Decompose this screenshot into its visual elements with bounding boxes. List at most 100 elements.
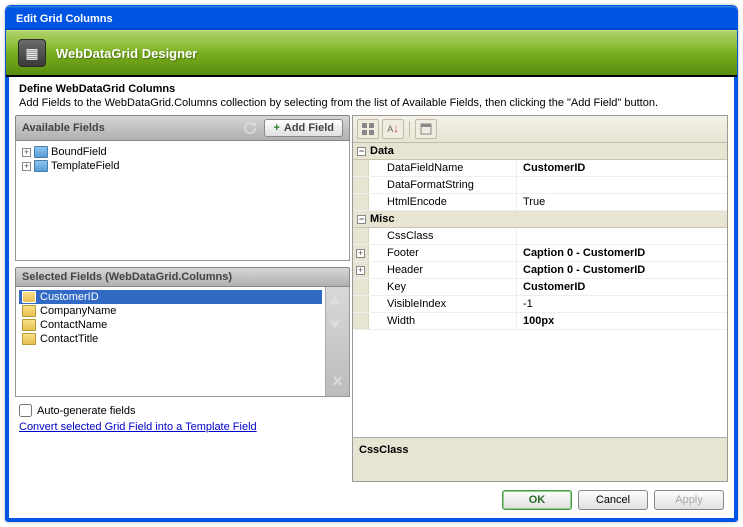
list-controls: ✕ <box>325 287 349 396</box>
property-row[interactable]: + Footer Caption 0 - CustomerID <box>353 245 727 262</box>
expander-cell[interactable]: + <box>353 262 369 278</box>
expander-cell <box>353 228 369 244</box>
available-fields-label: Available Fields <box>22 122 105 134</box>
property-row[interactable]: CssClass <box>353 228 727 245</box>
expander-cell[interactable]: + <box>353 245 369 261</box>
categorized-icon <box>361 122 375 136</box>
column-icon <box>22 319 36 331</box>
category-label: Misc <box>370 213 394 225</box>
property-grid[interactable]: − Data DataFieldName CustomerID DataForm… <box>353 143 727 437</box>
auto-generate-label: Auto-generate fields <box>37 405 135 417</box>
property-row[interactable]: Key CustomerID <box>353 279 727 296</box>
list-item-label: CompanyName <box>40 305 116 317</box>
expander-cell <box>353 177 369 193</box>
window-title: Edit Grid Columns <box>16 13 113 25</box>
category-label: Data <box>370 145 394 157</box>
property-name: Width <box>369 313 517 329</box>
window-titlebar[interactable]: Edit Grid Columns <box>6 6 737 30</box>
options-area: Auto-generate fields Convert selected Gr… <box>15 397 350 437</box>
property-value[interactable]: -1 <box>517 296 727 312</box>
list-item[interactable]: CompanyName <box>19 304 322 318</box>
property-value[interactable]: Caption 0 - CustomerID <box>517 262 727 278</box>
selected-fields-panel: Selected Fields (WebDataGrid.Columns) Cu… <box>15 267 350 397</box>
list-item-label: CustomerID <box>40 291 99 303</box>
list-item[interactable]: ContactName <box>19 318 322 332</box>
move-up-button[interactable] <box>326 293 344 311</box>
property-toolbar: A↓ <box>353 116 727 143</box>
delete-button[interactable]: ✕ <box>329 372 347 390</box>
available-fields-tree[interactable]: + BoundField + TemplateField <box>15 141 350 261</box>
property-name: Key <box>369 279 517 295</box>
property-name: HtmlEncode <box>369 194 517 210</box>
property-row[interactable]: DataFormatString <box>353 177 727 194</box>
plus-icon: + <box>273 122 279 134</box>
toolbar-separator <box>409 121 410 137</box>
property-row[interactable]: Width 100px <box>353 313 727 330</box>
auto-generate-checkbox[interactable] <box>19 404 32 417</box>
categorized-button[interactable] <box>357 119 379 139</box>
tree-item-label: BoundField <box>51 146 107 158</box>
refresh-icon[interactable] <box>242 120 258 136</box>
expand-icon[interactable]: + <box>22 162 31 171</box>
description-title: Define WebDataGrid Columns <box>19 83 724 95</box>
property-desc-title: CssClass <box>359 444 721 456</box>
property-row[interactable]: VisibleIndex -1 <box>353 296 727 313</box>
property-value[interactable]: 100px <box>517 313 727 329</box>
expand-icon[interactable]: + <box>22 148 31 157</box>
expand-icon[interactable]: + <box>356 249 365 258</box>
main-area: Available Fields + Add Field + BoundFiel… <box>9 115 734 482</box>
property-value[interactable]: CustomerID <box>517 279 727 295</box>
auto-generate-row[interactable]: Auto-generate fields <box>19 404 346 417</box>
category-misc[interactable]: − Misc <box>353 211 727 228</box>
selected-fields-header: Selected Fields (WebDataGrid.Columns) <box>15 267 350 287</box>
property-value[interactable]: Caption 0 - CustomerID <box>517 245 727 261</box>
property-row[interactable]: + Header Caption 0 - CustomerID <box>353 262 727 279</box>
list-item[interactable]: ContactTitle <box>19 332 322 346</box>
apply-button[interactable]: Apply <box>654 490 724 510</box>
property-pages-button[interactable] <box>415 119 437 139</box>
property-name: DataFieldName <box>369 160 517 176</box>
property-name: Footer <box>369 245 517 261</box>
ok-button[interactable]: OK <box>502 490 572 510</box>
property-name: DataFormatString <box>369 177 517 193</box>
selected-fields-list[interactable]: CustomerID CompanyName ContactName <box>16 287 325 396</box>
add-field-button[interactable]: + Add Field <box>264 119 343 137</box>
tree-item-label: TemplateField <box>51 160 119 172</box>
list-item[interactable]: CustomerID <box>19 290 322 304</box>
property-value[interactable] <box>517 177 727 193</box>
property-value[interactable]: CustomerID <box>517 160 727 176</box>
category-data[interactable]: − Data <box>353 143 727 160</box>
expander-cell <box>353 279 369 295</box>
column-icon <box>22 305 36 317</box>
move-down-button[interactable] <box>326 314 344 332</box>
list-item-label: ContactName <box>40 319 107 331</box>
left-panel: Available Fields + Add Field + BoundFiel… <box>15 115 350 482</box>
alphabetical-button[interactable]: A↓ <box>382 119 404 139</box>
selected-fields-listpanel: CustomerID CompanyName ContactName <box>15 287 350 397</box>
field-type-icon <box>34 160 48 172</box>
pages-icon <box>419 122 433 136</box>
expand-icon[interactable]: + <box>356 266 365 275</box>
tree-item-templatefield[interactable]: + TemplateField <box>20 159 345 173</box>
cancel-button[interactable]: Cancel <box>578 490 648 510</box>
expander-cell <box>353 160 369 176</box>
expander-cell <box>353 194 369 210</box>
tree-item-boundfield[interactable]: + BoundField <box>20 145 345 159</box>
designer-banner: ▦ WebDataGrid Designer <box>6 30 737 77</box>
property-name: VisibleIndex <box>369 296 517 312</box>
convert-template-link[interactable]: Convert selected Grid Field into a Templ… <box>19 421 257 433</box>
property-name: CssClass <box>369 228 517 244</box>
grid-icon: ▦ <box>18 39 46 67</box>
collapse-icon[interactable]: − <box>357 147 366 156</box>
property-value[interactable]: True <box>517 194 727 210</box>
expander-cell <box>353 296 369 312</box>
property-value[interactable] <box>517 228 727 244</box>
column-icon <box>22 291 36 303</box>
property-row[interactable]: HtmlEncode True <box>353 194 727 211</box>
property-row[interactable]: DataFieldName CustomerID <box>353 160 727 177</box>
sort-az-icon: A↓ <box>387 123 399 135</box>
dialog-content: Define WebDataGrid Columns Add Fields to… <box>6 77 737 521</box>
property-grid-panel: A↓ − Data DataFieldName Custome <box>352 115 728 482</box>
property-description: CssClass <box>353 437 727 481</box>
collapse-icon[interactable]: − <box>357 215 366 224</box>
